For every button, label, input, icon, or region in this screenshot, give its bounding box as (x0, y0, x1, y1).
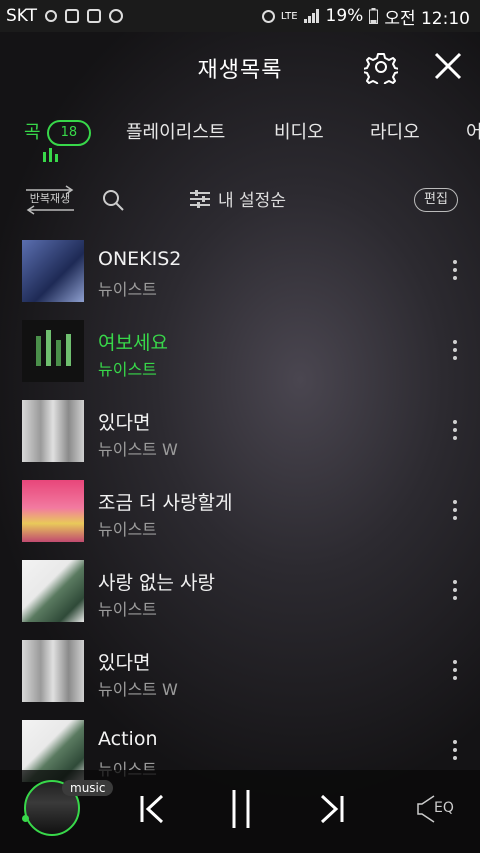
song-artist: 뉴이스트 (98, 280, 157, 299)
more-options-icon[interactable] (448, 420, 462, 444)
phone-icon (65, 9, 80, 23)
song-artist: 뉴이스트 (98, 360, 157, 379)
app-icon (109, 9, 124, 23)
song-title: 있다면 (98, 652, 151, 674)
notification-icon (45, 10, 58, 22)
page-title: 재생목록 (197, 58, 283, 83)
song-title: 여보세요 (98, 332, 168, 354)
battery-percent: 19% (325, 6, 364, 26)
alarm-icon (261, 9, 275, 23)
song-row[interactable]: ONEKIS2 뉴이스트 (0, 240, 480, 320)
album-art (22, 320, 84, 382)
eq-label: EQ (434, 800, 454, 816)
song-count-badge: 18 (46, 120, 92, 146)
repeat-label: 반복재생 (29, 192, 71, 205)
tab-radio[interactable]: 라디오 (370, 118, 420, 144)
song-title: ONEKIS2 (98, 248, 182, 270)
next-track-icon[interactable] (316, 792, 346, 826)
battery-icon (369, 8, 379, 24)
song-row[interactable]: 조금 더 사랑할게 뉴이스트 (0, 480, 480, 560)
clock: 오전 12:10 (384, 8, 470, 29)
song-row[interactable]: 있다면 뉴이스트 W (0, 640, 480, 720)
now-playing-equalizer-icon (43, 148, 58, 162)
album-art (22, 240, 84, 302)
tab-songs[interactable]: 곡 18 (24, 118, 92, 146)
more-options-icon[interactable] (448, 500, 462, 524)
previous-track-icon[interactable] (138, 792, 168, 826)
tab-more[interactable]: 어 (466, 118, 480, 144)
album-art (22, 400, 84, 462)
gallery-icon (87, 9, 102, 23)
repeat-button[interactable]: 반복재생 (22, 184, 78, 215)
search-icon[interactable] (102, 189, 124, 211)
speaker-icon (417, 795, 435, 823)
tab-songs-label: 곡 (24, 122, 41, 143)
player-bar: music EQ (0, 770, 480, 853)
header: 재생목록 (0, 32, 480, 102)
sort-sliders-icon (190, 189, 210, 208)
more-options-icon[interactable] (448, 260, 462, 284)
tab-playlists[interactable]: 플레이리스트 (126, 118, 225, 144)
more-options-icon[interactable] (448, 660, 462, 684)
song-title: 있다면 (98, 412, 151, 434)
music-tag: music (62, 780, 114, 796)
more-options-icon[interactable] (448, 340, 462, 364)
song-row[interactable]: 여보세요 뉴이스트 (0, 320, 480, 400)
edit-button[interactable]: 편집 (414, 188, 458, 212)
song-title: 사랑 없는 사랑 (98, 572, 215, 594)
album-art (22, 560, 84, 622)
playing-indicator-dot (22, 815, 29, 822)
album-art (22, 480, 84, 542)
network-label: LTE (280, 10, 298, 22)
carrier-label: SKT (6, 6, 38, 26)
tab-videos[interactable]: 비디오 (274, 118, 324, 144)
list-controls: 반복재생 내 설정순 편집 (0, 180, 480, 220)
song-artist: 뉴이스트 W (98, 680, 178, 699)
close-icon[interactable] (432, 50, 464, 82)
equalizer-button[interactable]: EQ (416, 794, 458, 824)
song-list: ONEKIS2 뉴이스트 여보세요 뉴이스트 있다면 뉴이스트 W 조금 더 사… (0, 240, 480, 800)
signal-icon (303, 9, 319, 23)
song-row[interactable]: 사랑 없는 사랑 뉴이스트 (0, 560, 480, 640)
song-artist: 뉴이스트 (98, 600, 157, 619)
song-artist: 뉴이스트 W (98, 440, 178, 459)
song-title: 조금 더 사랑할게 (98, 492, 233, 514)
song-artist: 뉴이스트 (98, 520, 157, 539)
album-art (22, 640, 84, 702)
song-row[interactable]: 있다면 뉴이스트 W (0, 400, 480, 480)
tab-bar: 곡 18 플레이리스트 비디오 라디오 어 (0, 108, 480, 168)
more-options-icon[interactable] (448, 580, 462, 604)
gear-icon[interactable] (364, 50, 398, 84)
sort-label: 내 설정순 (218, 191, 286, 211)
sort-button[interactable]: 내 설정순 (190, 186, 286, 211)
more-options-icon[interactable] (448, 740, 462, 764)
pause-icon[interactable] (228, 788, 254, 830)
status-bar: SKT LTE 19% 오전 12:10 (0, 0, 480, 32)
song-title: Action (98, 728, 158, 750)
